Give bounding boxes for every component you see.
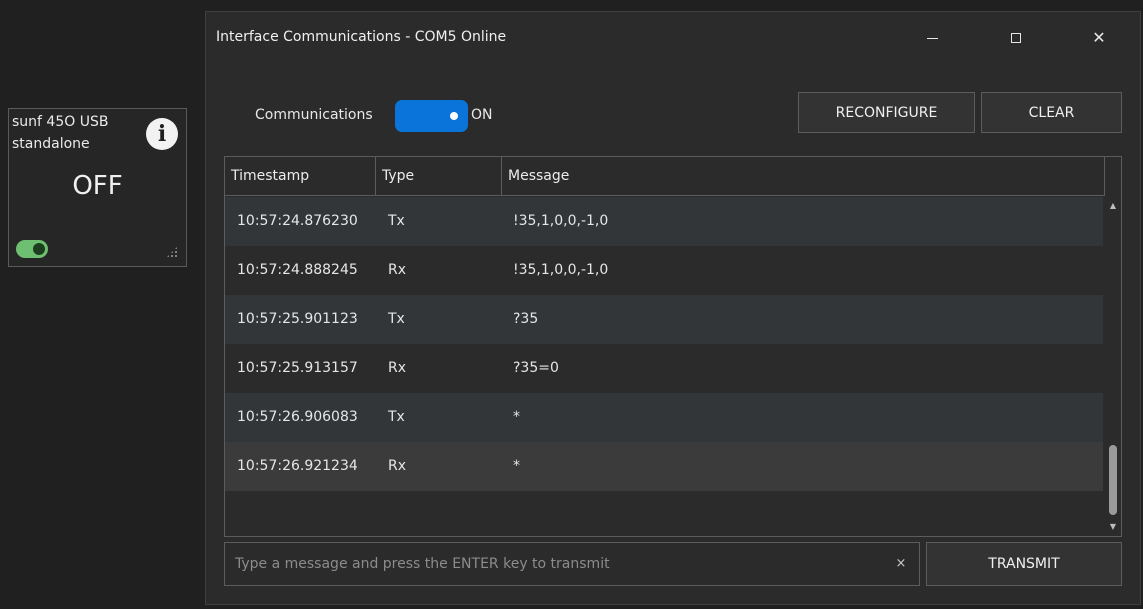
table-row[interactable]: 10:57:24.876230 Tx !35,1,0,0,-1,0 <box>225 197 1103 246</box>
table-row[interactable]: 10:57:24.888245 Rx !35,1,0,0,-1,0 <box>225 246 1103 295</box>
timestamp-cell: 10:57:26.906083 <box>237 409 358 425</box>
device-name: sunf 45O USB standalone <box>12 114 109 152</box>
type-cell: Rx <box>388 262 407 278</box>
communications-toggle[interactable] <box>395 100 468 132</box>
title-bar[interactable]: Interface Communications - COM5 Online ✕ <box>206 12 1140 64</box>
communications-state: ON <box>471 107 493 123</box>
message-input-box: × <box>224 542 920 586</box>
message-cell: * <box>513 458 520 474</box>
communications-label: Communications <box>255 107 373 123</box>
type-cell: Tx <box>388 311 405 327</box>
interface-communications-window: Interface Communications - COM5 Online ✕… <box>205 11 1141 605</box>
column-header-timestamp[interactable]: Timestamp <box>225 157 376 196</box>
close-button[interactable]: ✕ <box>1077 23 1121 53</box>
device-toggle[interactable] <box>16 240 48 258</box>
reconfigure-button[interactable]: RECONFIGURE <box>798 92 975 133</box>
scroll-down-icon[interactable]: ▼ <box>1105 520 1121 534</box>
transmit-button[interactable]: TRANSMIT <box>926 542 1122 586</box>
info-icon[interactable]: i <box>146 118 178 150</box>
message-cell: !35,1,0,0,-1,0 <box>513 262 609 278</box>
device-state: OFF <box>72 171 123 201</box>
toggle-knob <box>33 243 45 255</box>
type-cell: Rx <box>388 360 407 376</box>
message-cell: ?35 <box>513 311 539 327</box>
minimize-button[interactable] <box>910 23 954 53</box>
minimize-icon <box>926 37 938 39</box>
message-cell: !35,1,0,0,-1,0 <box>513 213 609 229</box>
close-icon: ✕ <box>1092 28 1106 47</box>
column-header-message[interactable]: Message <box>502 157 1105 196</box>
grid-rows: 10:57:24.876230 Tx !35,1,0,0,-1,0 10:57:24.… <box>225 197 1103 491</box>
type-cell: Rx <box>388 458 407 474</box>
maximize-button[interactable] <box>994 23 1038 53</box>
timestamp-cell: 10:57:24.888245 <box>237 262 358 278</box>
grid-header: Timestamp Type Message <box>225 157 1105 196</box>
table-row[interactable]: 10:57:26.921234 Rx * <box>225 442 1103 491</box>
message-cell: ?35=0 <box>513 360 559 376</box>
table-row[interactable]: 10:57:25.901123 Tx ?35 <box>225 295 1103 344</box>
message-cell: * <box>513 409 520 425</box>
scrollbar-thumb[interactable] <box>1109 445 1117 515</box>
message-input[interactable] <box>225 543 885 585</box>
message-log-grid: Timestamp Type Message 10:57:24.876230 Tx… <box>224 156 1122 537</box>
toggle-knob <box>450 112 458 120</box>
window-title: Interface Communications - COM5 Online <box>216 29 507 45</box>
column-header-type[interactable]: Type <box>376 157 502 196</box>
timestamp-cell: 10:57:25.901123 <box>237 311 358 327</box>
scroll-up-icon[interactable]: ▲ <box>1105 199 1121 213</box>
table-row[interactable]: 10:57:26.906083 Tx * <box>225 393 1103 442</box>
table-row[interactable]: 10:57:25.913157 Rx ?35=0 <box>225 344 1103 393</box>
timestamp-cell: 10:57:24.876230 <box>237 213 358 229</box>
clear-input-icon[interactable]: × <box>893 556 909 572</box>
resize-grip-icon[interactable] <box>166 246 178 258</box>
vertical-scrollbar[interactable]: ▲ ▼ <box>1105 197 1121 536</box>
timestamp-cell: 10:57:25.913157 <box>237 360 358 376</box>
type-cell: Tx <box>388 409 405 425</box>
device-tile[interactable]: sunf 45O USB standalone i OFF <box>8 108 187 267</box>
type-cell: Tx <box>388 213 405 229</box>
clear-button[interactable]: CLEAR <box>981 92 1122 133</box>
maximize-icon <box>1011 33 1021 43</box>
timestamp-cell: 10:57:26.921234 <box>237 458 358 474</box>
